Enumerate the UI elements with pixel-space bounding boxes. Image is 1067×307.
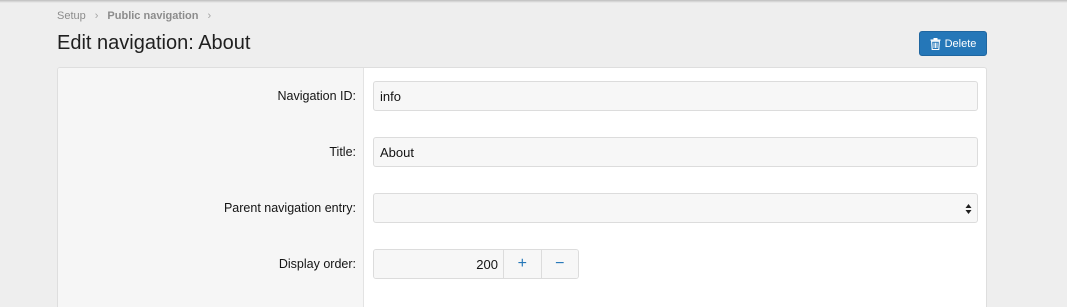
- delete-button[interactable]: Delete: [919, 31, 987, 56]
- page-title: Edit navigation: About: [57, 32, 251, 54]
- decrement-button[interactable]: −: [540, 250, 578, 278]
- breadcrumb-separator-icon: ›: [94, 10, 99, 22]
- display-order-stepper: + −: [373, 249, 579, 279]
- navigation-id-input[interactable]: [373, 81, 978, 111]
- navigation-id-label: Navigation ID:: [277, 89, 356, 103]
- increment-button[interactable]: +: [503, 250, 541, 278]
- delete-button-label: Delete: [944, 37, 977, 50]
- title-input[interactable]: [373, 137, 978, 167]
- display-order-input[interactable]: [374, 250, 503, 278]
- title-label: Title:: [329, 145, 356, 159]
- form-row-parent: Parent navigation entry:: [58, 192, 986, 224]
- navigation-form-panel: Navigation ID: Title: Parent navigation …: [57, 67, 987, 307]
- form-row-display-order: Display order: + −: [58, 248, 986, 280]
- display-order-label: Display order:: [278, 257, 356, 271]
- form-row-navigation-id: Navigation ID:: [58, 80, 986, 112]
- top-shadow: [0, 0, 1067, 3]
- breadcrumb-separator-icon: ›: [207, 10, 212, 22]
- breadcrumb: Setup › Public navigation ›: [57, 10, 211, 22]
- breadcrumb-item-setup[interactable]: Setup: [57, 10, 86, 22]
- breadcrumb-item-public-navigation[interactable]: Public navigation: [107, 10, 198, 22]
- form-row-title: Title:: [58, 136, 986, 168]
- parent-navigation-label: Parent navigation entry:: [223, 201, 356, 215]
- parent-navigation-select[interactable]: [373, 193, 978, 223]
- select-updown-icon: [965, 204, 972, 214]
- trash-icon: [930, 37, 941, 50]
